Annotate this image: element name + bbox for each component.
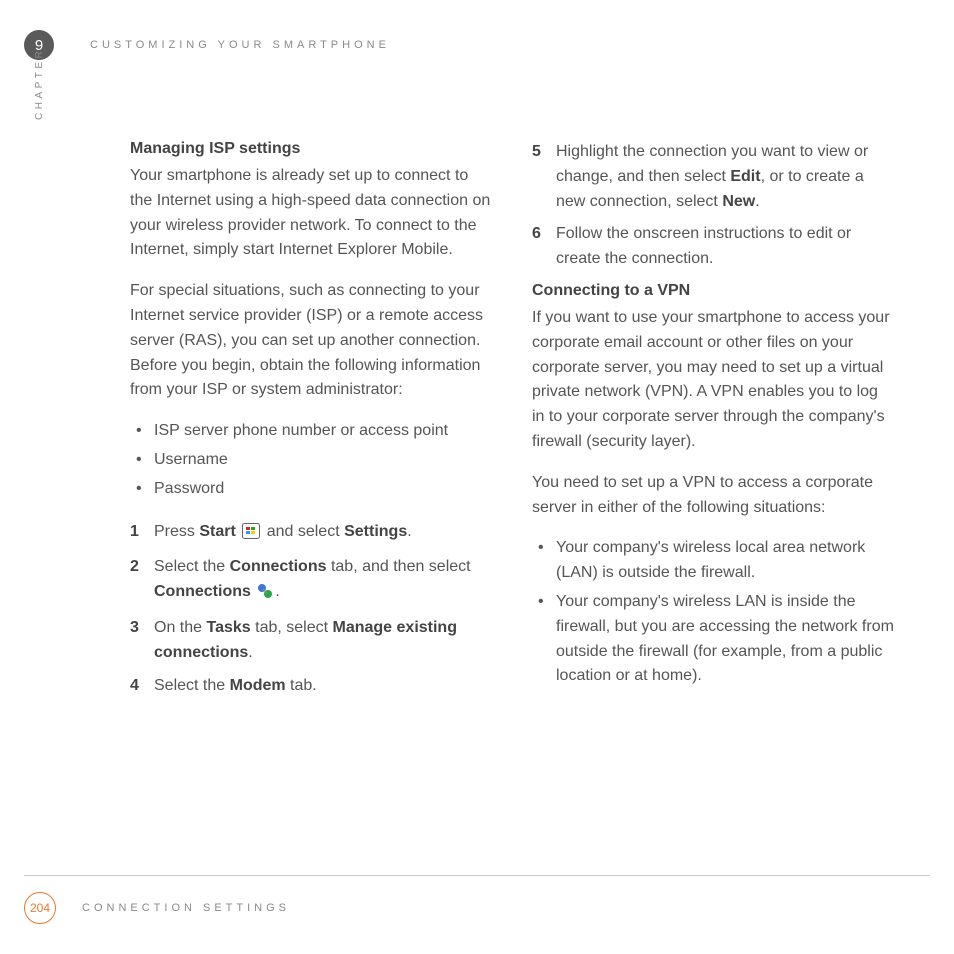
heading-isp: Managing ISP settings — [130, 140, 492, 158]
step-3: 3 On the Tasks tab, select Manage existi… — [130, 616, 492, 666]
page-header: 9 CUSTOMIZING YOUR SMARTPHONE — [24, 30, 930, 60]
step-5: 5 Highlight the connection you want to v… — [532, 140, 894, 214]
modem-keyword: Modem — [230, 677, 286, 694]
isp-steps-continued: 5 Highlight the connection you want to v… — [532, 140, 894, 272]
new-keyword: New — [722, 193, 755, 210]
connections-icon — [257, 583, 273, 608]
heading-vpn: Connecting to a VPN — [532, 282, 894, 300]
chapter-side-label: CHAPTER — [34, 48, 45, 120]
step-text: . — [275, 583, 279, 600]
step-number: 3 — [130, 616, 139, 641]
list-item: ISP server phone number or access point — [130, 419, 492, 444]
step-number: 1 — [130, 520, 139, 545]
step-text: . — [755, 193, 759, 210]
isp-steps: 1 Press Start and select Settings. 2 Sel… — [130, 520, 492, 699]
vpn-paragraph-2: You need to set up a VPN to access a cor… — [532, 471, 894, 521]
step-text: Select the — [154, 558, 230, 575]
edit-keyword: Edit — [730, 168, 760, 185]
step-text: tab. — [286, 677, 317, 694]
step-number: 6 — [532, 222, 541, 247]
step-text: Press — [154, 523, 199, 540]
chapter-title: CUSTOMIZING YOUR SMARTPHONE — [90, 39, 390, 51]
step-number: 4 — [130, 674, 139, 699]
step-text: tab, and then select — [327, 558, 471, 575]
list-item: Your company's wireless LAN is inside th… — [532, 590, 894, 689]
isp-paragraph-2: For special situations, such as connecti… — [130, 279, 492, 403]
connections-keyword: Connections — [154, 583, 251, 600]
content-columns: Managing ISP settings Your smartphone is… — [130, 140, 894, 707]
left-column: Managing ISP settings Your smartphone is… — [130, 140, 492, 707]
start-keyword: Start — [199, 523, 235, 540]
step-number: 2 — [130, 555, 139, 580]
page-number-badge: 204 — [24, 892, 56, 924]
vpn-paragraph-1: If you want to use your smartphone to ac… — [532, 306, 894, 455]
step-text: On the — [154, 619, 206, 636]
page-footer: 204 CONNECTION SETTINGS — [24, 875, 930, 924]
right-column: 5 Highlight the connection you want to v… — [532, 140, 894, 707]
isp-info-list: ISP server phone number or access point … — [130, 419, 492, 501]
tasks-keyword: Tasks — [206, 619, 250, 636]
list-item: Your company's wireless local area netwo… — [532, 536, 894, 586]
windows-start-icon — [242, 523, 260, 548]
step-2: 2 Select the Connections tab, and then s… — [130, 555, 492, 608]
step-number: 5 — [532, 140, 541, 165]
step-4: 4 Select the Modem tab. — [130, 674, 492, 699]
step-text: . — [248, 644, 252, 661]
step-text: . — [407, 523, 411, 540]
page-number: 204 — [30, 901, 50, 915]
step-6: 6 Follow the onscreen instructions to ed… — [532, 222, 894, 272]
vpn-situations-list: Your company's wireless local area netwo… — [532, 536, 894, 689]
isp-paragraph-1: Your smartphone is already set up to con… — [130, 164, 492, 263]
footer-section-title: CONNECTION SETTINGS — [82, 902, 290, 914]
step-text: and select — [267, 523, 344, 540]
step-text: tab, select — [251, 619, 333, 636]
list-item: Password — [130, 477, 492, 502]
connections-keyword: Connections — [230, 558, 327, 575]
step-1: 1 Press Start and select Settings. — [130, 520, 492, 548]
list-item: Username — [130, 448, 492, 473]
settings-keyword: Settings — [344, 523, 407, 540]
step-text: Follow the onscreen instructions to edit… — [556, 225, 851, 267]
step-text: Select the — [154, 677, 230, 694]
